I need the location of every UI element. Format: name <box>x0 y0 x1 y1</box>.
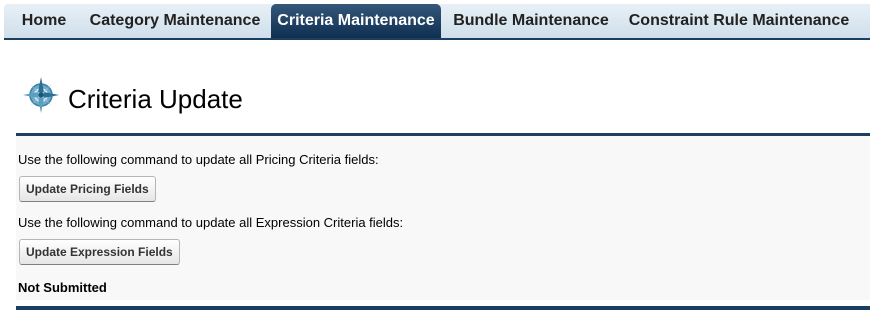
compass-icon <box>23 77 59 113</box>
tab-criteria-maintenance[interactable]: Criteria Maintenance <box>271 4 441 38</box>
pricing-description: Use the following command to update all … <box>18 152 379 167</box>
status-text: Not Submitted <box>18 280 107 295</box>
page-title: Criteria Update <box>68 84 243 114</box>
expression-description: Use the following command to update all … <box>18 215 404 230</box>
tab-constraint-rule-maintenance[interactable]: Constraint Rule Maintenance <box>622 4 856 38</box>
tab-bundle-maintenance[interactable]: Bundle Maintenance <box>448 4 614 38</box>
update-expression-fields-button[interactable]: Update Expression Fields <box>19 239 180 265</box>
tab-home[interactable]: Home <box>12 4 76 38</box>
tab-category-maintenance[interactable]: Category Maintenance <box>82 4 268 38</box>
tab-underline <box>4 38 870 40</box>
update-pricing-fields-button[interactable]: Update Pricing Fields <box>19 176 156 202</box>
panel-bottom-border <box>16 306 870 310</box>
tab-bar: Home Category Maintenance Criteria Maint… <box>4 0 870 40</box>
